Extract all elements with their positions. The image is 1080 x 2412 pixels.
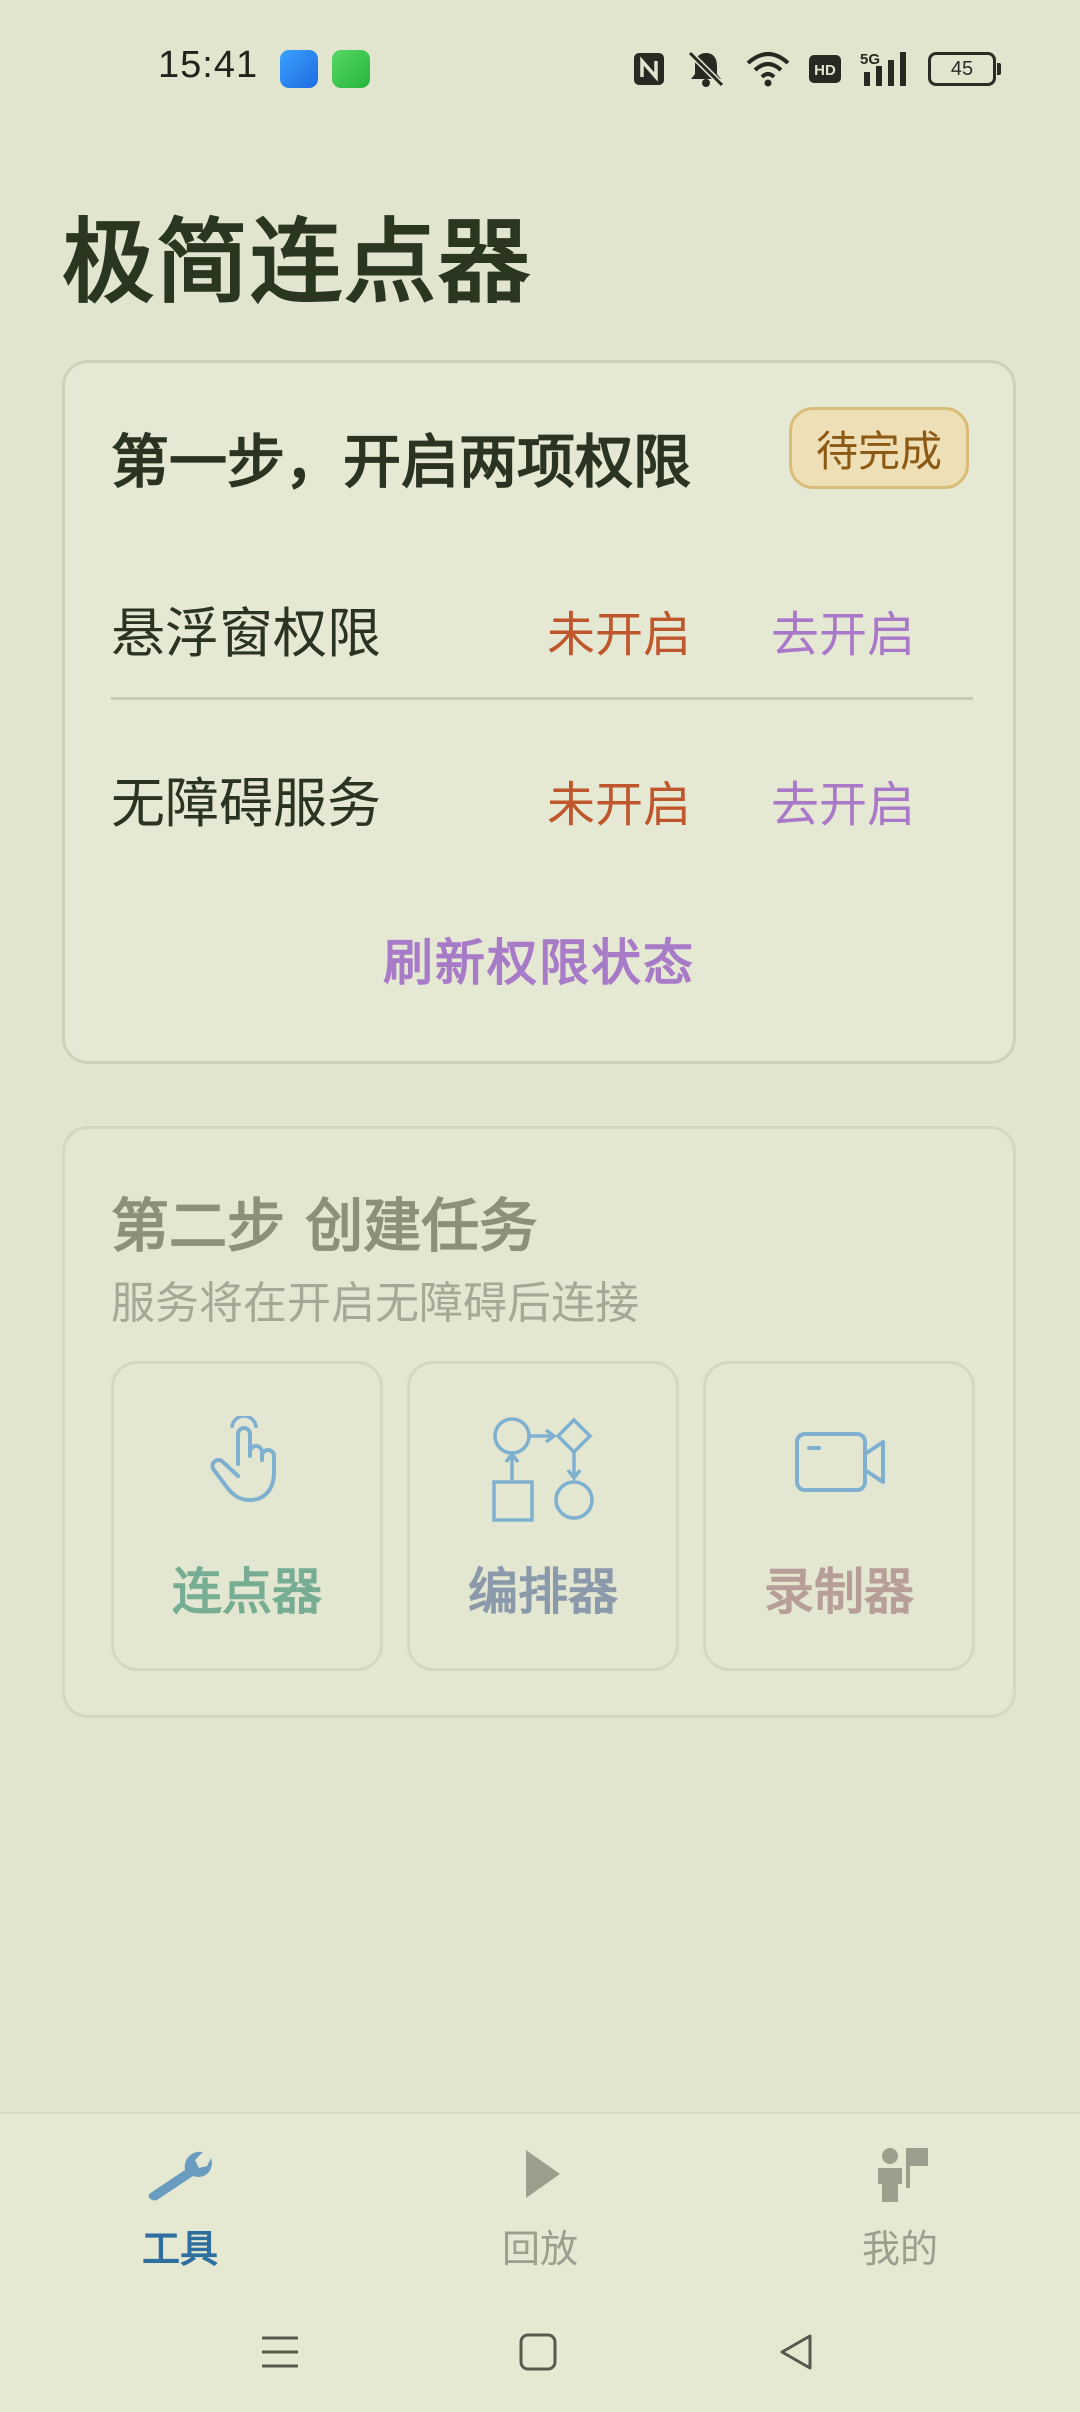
status-time: 15:41 (158, 44, 259, 86)
permission-row-overlay: 悬浮窗权限 未开启 去开启 (111, 573, 971, 665)
system-nav-bar (0, 2292, 1080, 2412)
permission-name: 无障碍服务 (111, 772, 381, 835)
svg-text:5G: 5G (860, 51, 880, 68)
flowchart-icon (410, 1416, 676, 1526)
permission-row-accessibility: 无障碍服务 未开启 去开启 (111, 743, 971, 835)
page-title: 极简连点器 (62, 209, 533, 316)
person-flag-icon (800, 2144, 1000, 2204)
refresh-permissions-button[interactable]: 刷新权限状态 (65, 923, 1013, 995)
wrench-icon (80, 2144, 280, 2204)
permission-status: 未开启 (547, 777, 692, 833)
permission-status: 未开启 (547, 607, 692, 663)
divider (111, 697, 973, 700)
enable-accessibility-button[interactable]: 去开启 (771, 765, 915, 835)
step2-subtitle: 服务将在开启无障碍后连接 (111, 1278, 639, 1329)
bottom-nav: 工具 回放 我的 (0, 2112, 1080, 2294)
messages-app-icon (332, 50, 370, 88)
step2-title: 第二步 创建任务 (111, 1192, 538, 1260)
signal-5g-icon: 5G (860, 50, 910, 88)
permission-name: 悬浮窗权限 (111, 602, 381, 665)
tool-label: 录制器 (764, 1563, 914, 1621)
status-icons: HD 5G 45 (632, 46, 1001, 92)
recorder-button[interactable]: 录制器 (703, 1361, 975, 1671)
permissions-card: 第一步，开启两项权限 待完成 悬浮窗权限 未开启 去开启 无障碍服务 未开启 去… (62, 360, 1016, 1064)
wifi-icon (746, 51, 790, 87)
nav-tools[interactable]: 工具 (80, 2144, 280, 2274)
battery-icon: 45 (928, 52, 1001, 86)
orchestrator-button[interactable]: 编排器 (407, 1361, 679, 1671)
create-task-card: 第二步 创建任务 服务将在开启无障碍后连接 连点器 编排器 录制器 (62, 1126, 1016, 1718)
nav-mine[interactable]: 我的 (800, 2144, 1000, 2274)
tool-label: 编排器 (468, 1563, 618, 1621)
nav-label: 回放 (501, 2227, 578, 2271)
video-camera-icon (706, 1416, 972, 1506)
nav-label: 工具 (141, 2227, 218, 2271)
auto-clicker-button[interactable]: 连点器 (111, 1361, 383, 1671)
status-badge: 待完成 (789, 407, 969, 489)
mute-icon (684, 49, 728, 89)
nfc-icon (632, 51, 666, 87)
nav-playback[interactable]: 回放 (440, 2144, 640, 2274)
back-icon[interactable] (766, 2322, 826, 2382)
status-bar: 15:41 HD 5G 45 (0, 0, 1080, 140)
step1-title: 第一步，开启两项权限 (111, 428, 692, 496)
enable-overlay-button[interactable]: 去开启 (771, 595, 915, 665)
hd-icon: HD (808, 54, 842, 84)
tap-hand-icon (114, 1416, 380, 1506)
menu-icon[interactable] (250, 2322, 310, 2382)
svg-text:HD: HD (814, 62, 836, 79)
home-icon[interactable] (508, 2322, 568, 2382)
play-icon (440, 2144, 640, 2204)
tool-label: 连点器 (172, 1563, 322, 1621)
hotspot-app-icon (280, 50, 318, 88)
nav-label: 我的 (861, 2227, 938, 2271)
